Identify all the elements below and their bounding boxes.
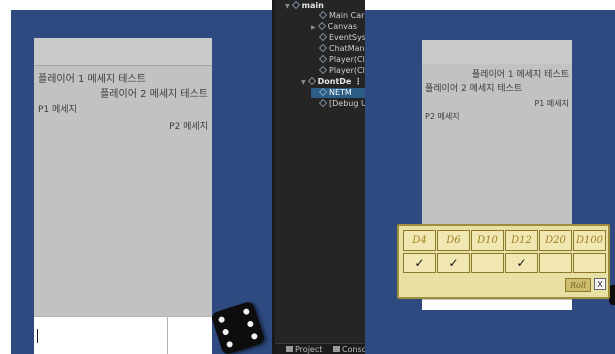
chat-message: P1 메세지	[534, 99, 569, 108]
send-button[interactable]	[168, 317, 212, 354]
gameobject-icon	[317, 22, 326, 30]
chat-input[interactable]	[422, 300, 572, 310]
check-mark-icon: ✓	[414, 256, 425, 270]
hierarchy-scene-dontdestroy[interactable]: ▼ DontDe ⋮	[301, 77, 362, 87]
close-button[interactable]: X	[594, 278, 606, 290]
dice-checkbox-d20[interactable]	[539, 253, 572, 273]
hierarchy-scene-main[interactable]: ▼ main	[285, 1, 324, 11]
gameobject-icon	[319, 99, 327, 107]
die-pip	[221, 328, 230, 336]
chat-header	[422, 40, 572, 64]
chat-input-row	[34, 316, 212, 354]
roll-button[interactable]: Roll	[565, 278, 591, 292]
expand-arrow-icon[interactable]: ▼	[285, 2, 290, 12]
dice-checkbox-d6[interactable]: ✓	[437, 253, 470, 273]
dice-option-d12[interactable]: D12	[505, 230, 538, 251]
bottom-tab-bar: Project Console	[275, 343, 365, 354]
dice-option-d4[interactable]: D4	[403, 230, 436, 251]
gameobject-icon	[319, 66, 327, 74]
hierarchy-item-selected[interactable]: NETM	[311, 88, 365, 98]
dice-option-d6[interactable]: D6	[437, 230, 470, 251]
chat-message: P2 메세지	[169, 122, 208, 132]
dice-checkbox-d4[interactable]: ✓	[403, 253, 436, 273]
dice-option-d100[interactable]: D100	[573, 230, 606, 251]
dice-option-d20[interactable]: D20	[539, 230, 572, 251]
dice-checkbox-d12[interactable]: ✓	[505, 253, 538, 273]
chat-header	[34, 38, 212, 66]
hierarchy-item[interactable]: Main Car	[319, 11, 364, 21]
chat-input[interactable]	[34, 317, 168, 354]
chat-panel: 플레이어 1 메세지 테스트 플레이어 2 메세지 테스트 P1 메세지 P2 …	[34, 38, 212, 354]
unity-icon	[307, 77, 316, 85]
hierarchy-item[interactable]: ChatMan	[319, 44, 365, 54]
chat-message: 플레이어 2 메세지 테스트	[100, 89, 208, 100]
check-mark-icon: ✓	[516, 256, 527, 270]
gameobject-icon	[319, 33, 327, 41]
dice-icon[interactable]	[210, 300, 266, 354]
gameobject-icon	[319, 44, 327, 52]
tab-project[interactable]: Project	[286, 345, 322, 354]
dice-checkbox-d100[interactable]	[573, 253, 606, 273]
unity-icon	[291, 1, 300, 9]
die-pip	[225, 340, 234, 349]
gameobject-icon	[319, 55, 327, 63]
gameobject-icon	[319, 11, 327, 19]
expand-arrow-icon[interactable]: ▶	[311, 23, 316, 33]
dice-option-d10[interactable]: D10	[471, 230, 504, 251]
tab-console[interactable]: Console	[333, 345, 365, 354]
right-game-view: 플레이어 1 메세지 테스트 플레이어 2 메세지 테스트 P1 메세지 P2 …	[365, 10, 615, 354]
hierarchy-item[interactable]: Player(Cl	[319, 66, 365, 76]
chat-message: 플레이어 1 메세지 테스트	[38, 74, 146, 85]
left-game-view: 플레이어 1 메세지 테스트 플레이어 2 메세지 테스트 P1 메세지 P2 …	[11, 10, 272, 354]
die-pip	[242, 307, 251, 316]
hierarchy-panel: ▼ main Main Car ▶ Canvas EventSys ChatMan …	[272, 0, 365, 354]
hierarchy-item[interactable]: EventSys	[319, 33, 365, 43]
dice-select-panel: D4 D6 D10 D12 D20 D100 ✓ ✓ ✓ Roll X	[397, 224, 610, 299]
text-caret	[37, 329, 38, 343]
die-pip	[246, 320, 255, 328]
chat-message: 플레이어 2 메세지 테스트	[425, 84, 523, 94]
chat-message: 플레이어 1 메세지 테스트	[471, 70, 569, 80]
die-pip	[217, 315, 226, 324]
hierarchy-item[interactable]: [Debug U	[319, 99, 365, 109]
die-pip	[250, 332, 259, 341]
dice-checkbox-d10[interactable]	[471, 253, 504, 273]
screen: 플레이어 1 메세지 테스트 플레이어 2 메세지 테스트 P1 메세지 P2 …	[0, 0, 615, 354]
check-mark-icon: ✓	[448, 256, 459, 270]
hierarchy-item[interactable]: Player(Cl	[319, 55, 365, 65]
console-icon	[333, 346, 340, 352]
hierarchy-item[interactable]: ▶ Canvas	[311, 22, 357, 32]
folder-icon	[286, 346, 293, 352]
chat-message: P2 메세지	[425, 112, 460, 121]
gameobject-icon	[319, 88, 327, 96]
chat-message: P1 메세지	[38, 105, 77, 115]
expand-arrow-icon[interactable]: ▼	[301, 78, 306, 88]
